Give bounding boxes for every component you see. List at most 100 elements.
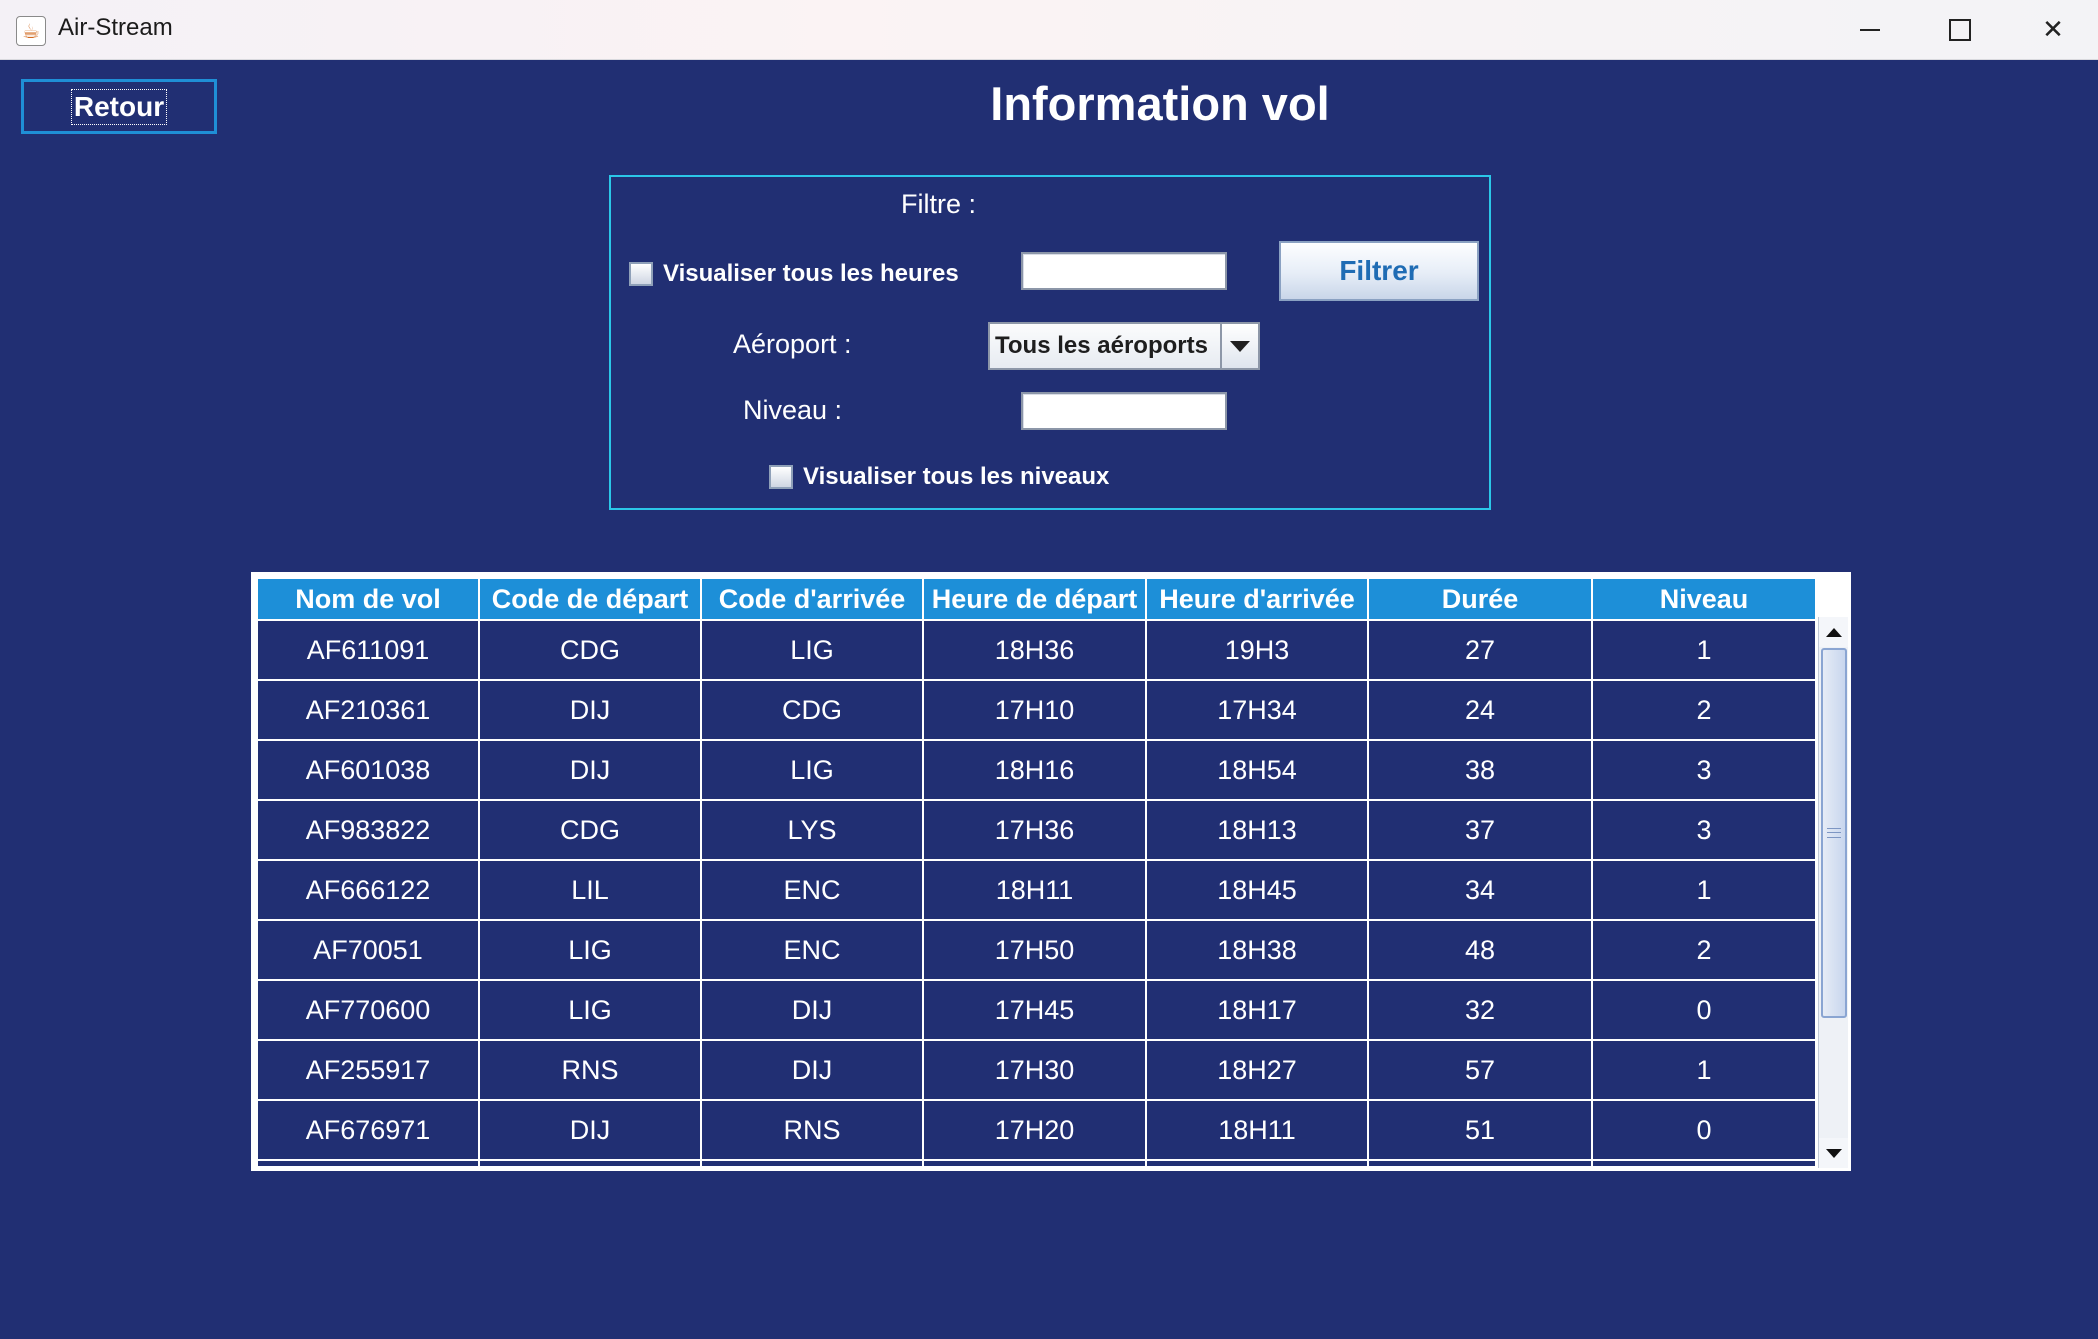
table-cell[interactable]: 18H11 <box>922 859 1147 921</box>
table-cell[interactable]: 3 <box>1591 739 1815 801</box>
column-header-departure-time[interactable]: Heure de départ <box>922 577 1147 621</box>
level-input[interactable] <box>1021 392 1227 430</box>
table-cell[interactable]: 0 <box>1591 1099 1815 1161</box>
table-cell[interactable]: 18H17 <box>1145 979 1369 1041</box>
table-cell[interactable]: 48 <box>1367 919 1593 981</box>
table-cell[interactable]: 0 <box>1591 979 1815 1041</box>
table-cell[interactable]: 18H36 <box>922 619 1147 681</box>
table-cell[interactable] <box>1591 1159 1815 1166</box>
table-row[interactable]: AF666122 LIL ENC 18H11 18H45 34 1 <box>256 859 1815 921</box>
table-cell[interactable]: 17H34 <box>1145 679 1369 741</box>
table-cell[interactable]: 18H38 <box>1145 919 1369 981</box>
table-cell[interactable]: 2 <box>1591 679 1815 741</box>
table-cell[interactable]: LYS <box>700 799 924 861</box>
table-cell[interactable]: 51 <box>1367 1099 1593 1161</box>
table-cell[interactable]: AF70051 <box>256 919 480 981</box>
hours-input[interactable] <box>1021 252 1227 290</box>
filter-button[interactable]: Filtrer <box>1279 241 1479 301</box>
table-cell[interactable]: 18H54 <box>1145 739 1369 801</box>
table-row[interactable] <box>256 1159 1815 1166</box>
airport-dropdown-button[interactable] <box>1220 324 1258 368</box>
column-header-arrival-time[interactable]: Heure d'arrivée <box>1145 577 1369 621</box>
table-cell[interactable]: 38 <box>1367 739 1593 801</box>
table-cell[interactable]: 3 <box>1591 799 1815 861</box>
table-row[interactable]: AF611091 CDG LIG 18H36 19H3 27 1 <box>256 619 1815 681</box>
scroll-up-button[interactable] <box>1819 617 1848 647</box>
table-cell[interactable]: AF601038 <box>256 739 480 801</box>
table-cell[interactable]: LIG <box>700 739 924 801</box>
table-cell[interactable] <box>256 1159 480 1166</box>
table-cell[interactable]: DIJ <box>700 1039 924 1101</box>
all-levels-checkbox-row[interactable]: Visualiser tous les niveaux <box>769 463 1109 491</box>
table-cell[interactable]: CDG <box>478 799 702 861</box>
table-cell[interactable]: 18H27 <box>1145 1039 1369 1101</box>
table-cell[interactable]: 2 <box>1591 919 1815 981</box>
table-cell[interactable]: 17H10 <box>922 679 1147 741</box>
table-cell[interactable] <box>922 1159 1147 1166</box>
table-cell[interactable]: 57 <box>1367 1039 1593 1101</box>
table-cell[interactable]: DIJ <box>478 739 702 801</box>
column-header-flight-name[interactable]: Nom de vol <box>256 577 480 621</box>
table-cell[interactable]: 18H11 <box>1145 1099 1369 1161</box>
table-cell[interactable]: RNS <box>700 1099 924 1161</box>
table-cell[interactable]: AF983822 <box>256 799 480 861</box>
column-header-duration[interactable]: Durée <box>1367 577 1593 621</box>
table-cell[interactable]: LIG <box>700 619 924 681</box>
table-cell[interactable]: CDG <box>700 679 924 741</box>
table-cell[interactable] <box>478 1159 702 1166</box>
table-cell[interactable]: DIJ <box>478 679 702 741</box>
table-cell[interactable]: ENC <box>700 859 924 921</box>
table-vertical-scrollbar[interactable] <box>1818 617 1848 1168</box>
table-cell[interactable]: 19H3 <box>1145 619 1369 681</box>
scroll-thumb[interactable] <box>1821 648 1847 1018</box>
close-button[interactable]: ✕ <box>2008 0 2098 59</box>
table-cell[interactable]: LIL <box>478 859 702 921</box>
table-cell[interactable]: AF770600 <box>256 979 480 1041</box>
table-row[interactable]: AF70051 LIG ENC 17H50 18H38 48 2 <box>256 919 1815 981</box>
table-cell[interactable]: 17H50 <box>922 919 1147 981</box>
back-button[interactable]: Retour <box>21 79 217 134</box>
column-header-departure-code[interactable]: Code de départ <box>478 577 702 621</box>
table-cell[interactable]: AF210361 <box>256 679 480 741</box>
table-cell[interactable]: 1 <box>1591 619 1815 681</box>
table-cell[interactable]: LIG <box>478 979 702 1041</box>
all-hours-checkbox[interactable] <box>629 262 653 286</box>
table-cell[interactable]: 24 <box>1367 679 1593 741</box>
table-cell[interactable]: 32 <box>1367 979 1593 1041</box>
table-row[interactable]: AF210361 DIJ CDG 17H10 17H34 24 2 <box>256 679 1815 741</box>
table-cell[interactable]: 34 <box>1367 859 1593 921</box>
table-cell[interactable]: 17H36 <box>922 799 1147 861</box>
table-cell[interactable] <box>1367 1159 1593 1166</box>
table-cell[interactable]: 1 <box>1591 1039 1815 1101</box>
table-row[interactable]: AF255917 RNS DIJ 17H30 18H27 57 1 <box>256 1039 1815 1101</box>
all-levels-checkbox[interactable] <box>769 465 793 489</box>
table-cell[interactable]: 17H20 <box>922 1099 1147 1161</box>
table-cell[interactable]: 18H45 <box>1145 859 1369 921</box>
table-cell[interactable]: AF611091 <box>256 619 480 681</box>
table-cell[interactable]: CDG <box>478 619 702 681</box>
table-cell[interactable]: 18H16 <box>922 739 1147 801</box>
maximize-button[interactable] <box>1915 0 2005 59</box>
table-cell[interactable]: DIJ <box>478 1099 702 1161</box>
minimize-button[interactable] <box>1825 0 1915 59</box>
table-row[interactable]: AF601038 DIJ LIG 18H16 18H54 38 3 <box>256 739 1815 801</box>
table-row[interactable]: AF676971 DIJ RNS 17H20 18H11 51 0 <box>256 1099 1815 1161</box>
table-cell[interactable]: 37 <box>1367 799 1593 861</box>
scroll-down-button[interactable] <box>1819 1138 1848 1168</box>
table-cell[interactable] <box>1145 1159 1369 1166</box>
table-cell[interactable] <box>700 1159 924 1166</box>
table-row[interactable]: AF983822 CDG LYS 17H36 18H13 37 3 <box>256 799 1815 861</box>
table-cell[interactable]: LIG <box>478 919 702 981</box>
column-header-level[interactable]: Niveau <box>1591 577 1815 621</box>
table-row[interactable]: AF770600 LIG DIJ 17H45 18H17 32 0 <box>256 979 1815 1041</box>
table-cell[interactable]: AF676971 <box>256 1099 480 1161</box>
table-cell[interactable]: AF666122 <box>256 859 480 921</box>
table-cell[interactable]: AF255917 <box>256 1039 480 1101</box>
table-cell[interactable]: 18H13 <box>1145 799 1369 861</box>
table-cell[interactable]: RNS <box>478 1039 702 1101</box>
table-cell[interactable]: ENC <box>700 919 924 981</box>
table-cell[interactable]: DIJ <box>700 979 924 1041</box>
column-header-arrival-code[interactable]: Code d'arrivée <box>700 577 924 621</box>
table-cell[interactable]: 1 <box>1591 859 1815 921</box>
all-hours-checkbox-row[interactable]: Visualiser tous les heures <box>629 260 959 288</box>
